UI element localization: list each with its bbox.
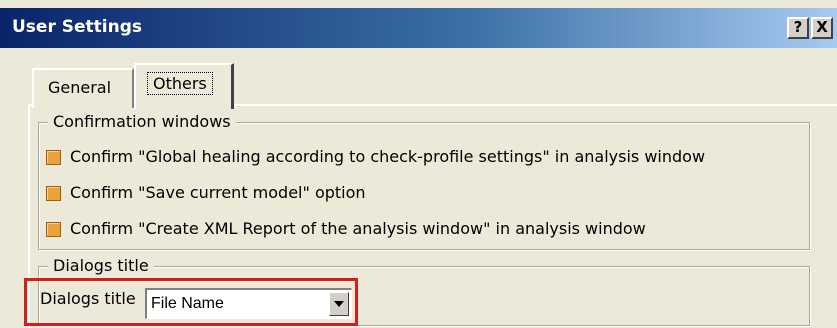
checkbox-label: Confirm "Save current model" option	[70, 183, 366, 202]
user-settings-dialog: User Settings ? X General Others Confirm…	[0, 0, 837, 328]
checkbox-label: Confirm "Global healing according to che…	[70, 147, 706, 166]
tab-general[interactable]: General	[32, 68, 134, 108]
dialogs-title-legend: Dialogs title	[48, 256, 154, 275]
checkbox-label: Confirm "Create XML Report of the analys…	[70, 219, 646, 238]
highlight-box	[24, 278, 358, 326]
confirmation-windows-legend: Confirmation windows	[48, 112, 236, 131]
title-bar: User Settings ? X	[0, 8, 837, 48]
close-button[interactable]: X	[811, 17, 833, 39]
tab-others[interactable]: Others	[134, 63, 234, 109]
checkbox[interactable]	[46, 150, 61, 165]
checkbox[interactable]	[46, 186, 61, 201]
tab-others-label: Others	[147, 72, 213, 95]
help-button[interactable]: ?	[787, 17, 809, 39]
tab-general-label: General	[48, 78, 112, 97]
checkbox[interactable]	[46, 222, 61, 237]
window-title: User Settings	[12, 17, 142, 37]
